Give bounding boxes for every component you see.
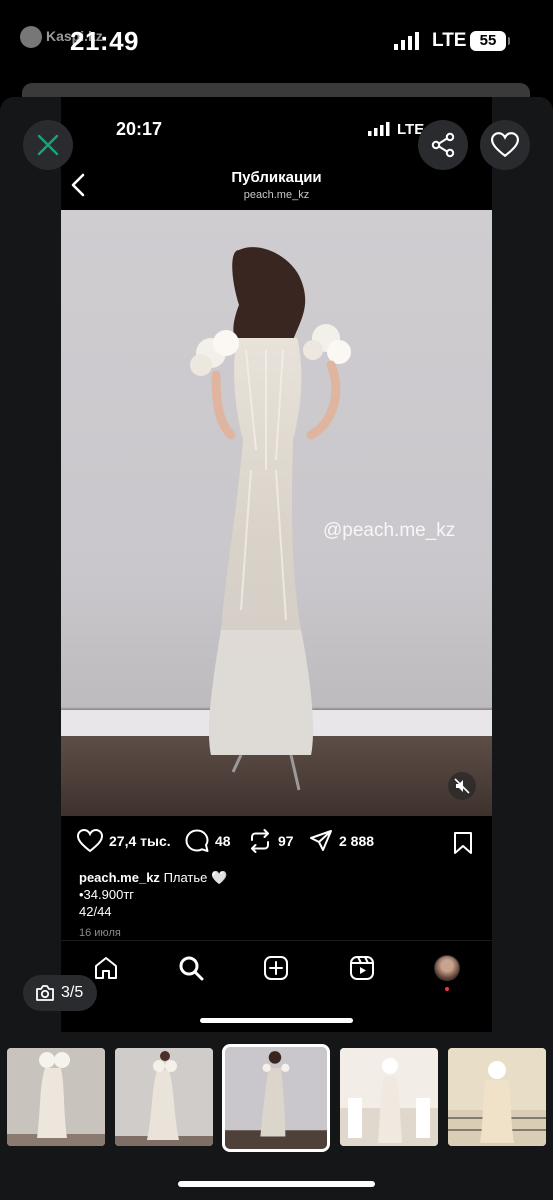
profile-avatar <box>434 955 460 981</box>
favorite-button[interactable] <box>480 120 530 170</box>
shares-count: 2 888 <box>339 833 375 849</box>
thumbnail-3-active[interactable] <box>222 1044 330 1152</box>
repost-icon <box>251 829 269 853</box>
thumbnail-1[interactable] <box>7 1048 105 1146</box>
photo-watermark: @peach.me_kz <box>323 520 456 541</box>
home-icon <box>95 957 117 979</box>
likes-count: 27,4 тыс. <box>109 833 171 849</box>
comments-count: 48 <box>215 833 231 849</box>
tab-create[interactable] <box>261 953 291 983</box>
app-logo-icon <box>20 26 42 48</box>
network-type: LTE <box>432 30 467 51</box>
share-action[interactable]: 2 888 <box>309 829 374 853</box>
thumbnail-strip <box>0 1044 553 1152</box>
outer-status-bar: Kaspi.kz 21:49 LTE 55 <box>0 0 553 82</box>
thumbnail-2[interactable] <box>115 1048 213 1146</box>
dress-figure <box>190 247 351 791</box>
inner-home-indicator <box>200 1018 353 1023</box>
post-actions: 27,4 тыс. 48 97 2 888 <box>61 829 492 859</box>
tab-profile[interactable] <box>432 953 462 991</box>
notification-dot <box>445 987 449 991</box>
post-caption: peach.me_kz Платье 🤍 •34.900тг 42/44 <box>79 869 227 920</box>
caption-username[interactable]: peach.me_kz <box>79 870 160 885</box>
reposts-count: 97 <box>278 833 294 849</box>
caption-text: Платье 🤍 <box>163 870 228 885</box>
photo-counter: 3/5 <box>23 975 97 1011</box>
search-icon <box>179 956 204 981</box>
page-subtitle: peach.me_kz <box>243 189 310 201</box>
mute-icon <box>454 778 470 794</box>
caption-sizes: 42/44 <box>79 904 112 919</box>
post-photo[interactable]: @peach.me_kz <box>61 210 492 816</box>
comment-icon <box>185 829 209 852</box>
heart-outline-icon <box>77 829 103 853</box>
battery-indicator: 55 <box>470 31 510 51</box>
caption-price: •34.900тг <box>79 887 135 902</box>
thumbnail-5[interactable] <box>448 1048 546 1146</box>
camera-icon <box>36 985 54 1001</box>
like-action[interactable]: 27,4 тыс. <box>77 829 171 853</box>
heart-icon <box>491 132 519 158</box>
close-button[interactable] <box>23 120 73 170</box>
signal-icon <box>394 32 419 50</box>
add-icon <box>264 956 288 980</box>
tab-home[interactable] <box>91 953 121 983</box>
page-title: Публикации <box>231 169 322 186</box>
home-indicator <box>178 1181 375 1187</box>
comment-action[interactable]: 48 <box>185 829 231 853</box>
post-screenshot: 20:17 LTE Публикации peach.me_kz @peach.… <box>61 97 492 1032</box>
close-icon <box>37 134 59 156</box>
bookmark-icon[interactable] <box>453 831 473 855</box>
tab-search[interactable] <box>176 953 206 983</box>
inner-status-time: 20:17 <box>116 119 163 139</box>
status-time: 21:49 <box>70 26 139 56</box>
reels-icon <box>350 956 374 980</box>
repost-action[interactable]: 97 <box>248 829 294 853</box>
share-icon <box>431 132 455 158</box>
tab-reels[interactable] <box>347 953 377 983</box>
thumbnail-4[interactable] <box>340 1048 438 1146</box>
photo-counter-text: 3/5 <box>61 984 84 1001</box>
share-button[interactable] <box>418 120 468 170</box>
mute-button[interactable] <box>448 772 476 800</box>
inner-signal-icon <box>368 122 390 136</box>
bottom-tab-bar <box>61 940 492 1000</box>
send-icon <box>310 830 332 851</box>
post-date: 16 июля <box>79 927 121 939</box>
